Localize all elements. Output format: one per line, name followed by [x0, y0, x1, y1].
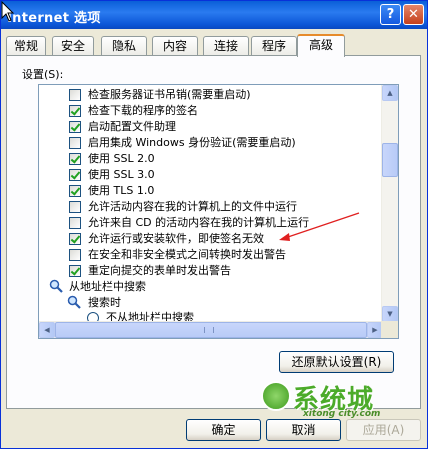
advanced-tab-panel: 设置(S): 检查服务器证书吊销(需要重启动) 检查下载的程序的签名 启动配置文…: [6, 55, 421, 409]
scroll-left-button[interactable]: ◀: [39, 322, 55, 338]
tab-connections[interactable]: 连接: [203, 36, 249, 56]
checkbox[interactable]: [69, 217, 81, 229]
help-button[interactable]: ?: [380, 4, 401, 25]
setting-label: 使用 SSL 2.0: [88, 152, 155, 165]
checkbox[interactable]: [69, 89, 81, 101]
setting-label: 允许活动内容在我的计算机上的文件中运行: [88, 200, 297, 213]
checkbox[interactable]: [69, 121, 81, 133]
restore-defaults-button[interactable]: 还原默认设置(R): [279, 351, 394, 373]
horizontal-scrollbar[interactable]: ◀ ▶: [39, 321, 383, 338]
checkbox[interactable]: [69, 185, 81, 197]
window-title: Internet 选项: [7, 11, 101, 26]
thumb-grip: [204, 327, 214, 333]
tab-strip: 常规 安全 隐私 内容 连接 程序 高级: [6, 34, 426, 57]
magnifier-icon: [67, 295, 81, 309]
vertical-scroll-thumb[interactable]: [382, 143, 398, 177]
mouse-cursor-icon: [1, 1, 15, 22]
checkbox[interactable]: [69, 233, 81, 245]
tab-content[interactable]: 内容: [152, 36, 198, 56]
checkbox[interactable]: [69, 137, 81, 149]
apply-button[interactable]: 应用(A): [346, 419, 421, 441]
checkbox[interactable]: [69, 249, 81, 261]
horizontal-scroll-thumb[interactable]: [55, 322, 367, 338]
scroll-corner: [381, 321, 398, 338]
settings-label: 设置(S):: [22, 68, 64, 81]
settings-tree[interactable]: 检查服务器证书吊销(需要重启动) 检查下载的程序的签名 启动配置文件助理 启用集…: [38, 84, 399, 339]
checkbox[interactable]: [69, 169, 81, 181]
checkbox[interactable]: [69, 105, 81, 117]
setting-label: 使用 TLS 1.0: [88, 184, 155, 197]
tab-programs[interactable]: 程序: [251, 36, 297, 56]
tab-privacy[interactable]: 隐私: [101, 36, 147, 56]
magnifier-icon: [49, 279, 63, 293]
ok-button[interactable]: 确定: [186, 419, 261, 441]
cancel-button[interactable]: 取消: [266, 419, 341, 441]
setting-label: 启动配置文件助理: [88, 120, 176, 133]
watermark-logo-icon: [261, 381, 291, 411]
setting-label: 重定向提交的表单时发出警告: [88, 264, 231, 277]
setting-label: 允许运行或安装软件，即使签名无效: [88, 232, 264, 245]
subcategory-label: 搜索时: [88, 296, 121, 309]
watermark-url: xitong city.com: [303, 409, 381, 419]
setting-label: 启用集成 Windows 身份验证(需要重启动): [88, 136, 296, 149]
category-label: 从地址栏中搜索: [69, 280, 146, 293]
setting-label: 在安全和非安全模式之间转换时发出警告: [88, 248, 286, 261]
scroll-up-button[interactable]: ▲: [382, 85, 398, 101]
vertical-scrollbar[interactable]: ▲ ▼: [381, 85, 398, 322]
internet-options-window: Internet 选项 ? ✕ 常规 安全 隐私 内容 连接 程序 高级 设置(…: [0, 0, 428, 449]
setting-label: 检查服务器证书吊销(需要重启动): [88, 88, 251, 101]
checkbox[interactable]: [69, 265, 81, 277]
title-bar[interactable]: Internet 选项 ? ✕: [1, 1, 427, 29]
tab-general[interactable]: 常规: [6, 36, 46, 56]
tab-advanced[interactable]: 高级: [297, 34, 345, 57]
annotation-arrow: [279, 212, 360, 241]
setting-label: 使用 SSL 3.0: [88, 168, 155, 181]
tab-security[interactable]: 安全: [52, 36, 94, 56]
scroll-down-button[interactable]: ▼: [382, 306, 398, 322]
setting-label: 检查下载的程序的签名: [88, 104, 198, 117]
checkbox[interactable]: [69, 201, 81, 213]
close-button[interactable]: ✕: [403, 4, 424, 25]
checkbox[interactable]: [69, 153, 81, 165]
